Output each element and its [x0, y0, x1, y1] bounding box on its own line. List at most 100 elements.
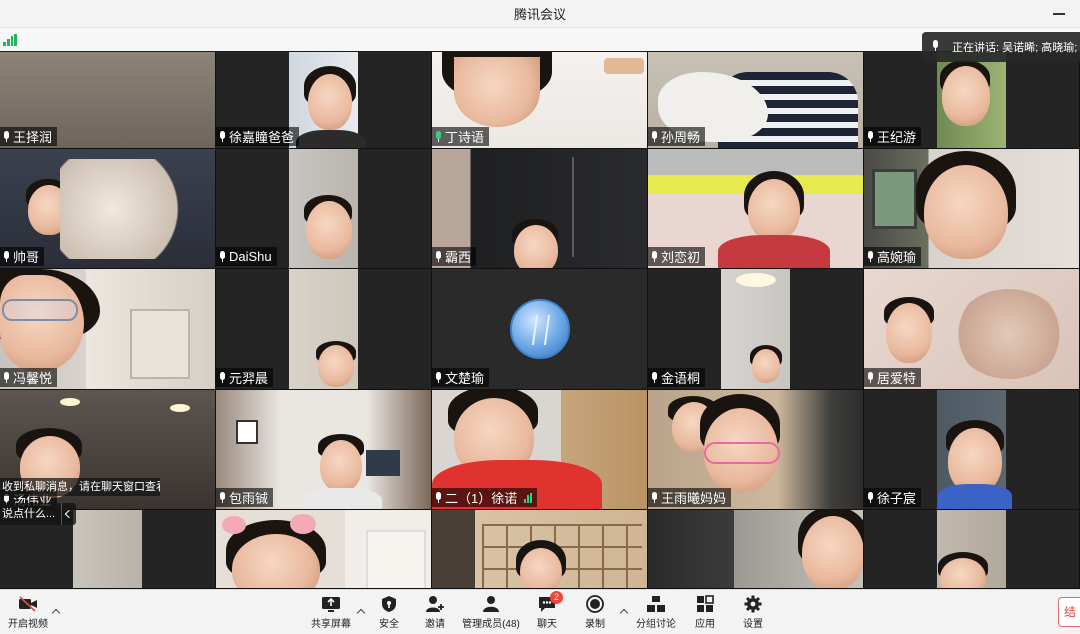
participant-name-tag: 孙周畅 [648, 127, 706, 146]
speaking-label: 正在讲话: 吴诺晞; 高晓瑜; [952, 42, 1078, 54]
video-tile[interactable]: 王纪游 [864, 52, 1080, 149]
video-tile[interactable]: 文楚瑜 [432, 269, 648, 390]
participant-name-tag: 包雨铖 [216, 488, 274, 507]
microphone-icon [651, 131, 658, 142]
video-tile[interactable]: 刘恋初 [648, 149, 864, 269]
microphone-icon [651, 492, 658, 503]
video-tile[interactable]: 徐嘉瞳爸爸 [216, 52, 432, 149]
video-tile[interactable]: 居爱特 [864, 269, 1080, 390]
microphone-icon [435, 372, 442, 383]
video-tile[interactable]: 包雨铖 [216, 390, 432, 510]
participant-name-tag: 高婉瑜 [864, 247, 922, 266]
meeting-toolbar: 开启视频 共享屏幕 安全 邀请 管理成员(48) 2 聊天 录制 分组讨论 应用… [0, 589, 1080, 634]
microphone-icon [867, 372, 874, 383]
chat-input-preview[interactable]: 说点什么... [0, 503, 76, 525]
members-icon [481, 595, 501, 613]
microphone-icon [651, 251, 658, 262]
video-tile[interactable]: 丁诗语 [432, 52, 648, 149]
microphone-icon [3, 372, 10, 383]
share-screen-icon [321, 595, 341, 613]
video-tile[interactable]: 高婉瑜 [864, 149, 1080, 269]
participant-name-tag: 居爱特 [864, 368, 922, 387]
video-tile[interactable]: 金语桐 [648, 269, 864, 390]
microphone-icon [867, 251, 874, 262]
microphone-icon [435, 492, 442, 503]
participant-name-tag: 王纪游 [864, 127, 922, 146]
microphone-icon [3, 131, 10, 142]
add-user-icon [425, 595, 445, 613]
speaking-indicator: 正在讲话: 吴诺晞; 高晓瑜; [922, 32, 1080, 62]
microphone-icon [435, 131, 442, 142]
breakout-rooms-button[interactable]: 分组讨论 [634, 590, 678, 634]
video-tile[interactable]: 王择润 [0, 52, 216, 149]
record-button[interactable]: 录制 [580, 590, 610, 634]
video-tile[interactable]: 孙周畅 [648, 52, 864, 149]
breakout-icon [646, 595, 666, 613]
video-tile[interactable]: 冯馨悦 [0, 269, 216, 390]
participant-name-tag: 刘恋初 [648, 247, 706, 266]
video-tile[interactable]: 王雨曦妈妈 [648, 390, 864, 510]
participant-name-tag: 文楚瑜 [432, 368, 490, 387]
record-icon [585, 595, 605, 613]
participant-name-tag: 王择润 [0, 127, 58, 146]
window-title: 腾讯会议 [513, 7, 566, 22]
participant-name-tag: 二（1）徐诺 [432, 488, 538, 507]
network-signal-icon[interactable] [3, 32, 17, 46]
shield-icon [379, 595, 399, 613]
participant-name-tag: 金语桐 [648, 368, 706, 387]
private-message-toast[interactable]: 收到私聊消息，请在聊天窗口查看 [0, 478, 160, 496]
video-off-icon [18, 595, 38, 613]
participant-name-tag: 元羿晨 [216, 368, 274, 387]
video-tile[interactable]: DaiShu [216, 149, 432, 269]
microphone-icon [435, 251, 442, 262]
video-tile[interactable]: 二（1）徐诺 [432, 390, 648, 510]
apps-grid-icon [695, 595, 715, 613]
record-options-chevron-icon[interactable] [619, 608, 629, 618]
chat-button[interactable]: 2 聊天 [532, 590, 563, 634]
gear-icon [743, 595, 763, 613]
video-tile[interactable] [864, 510, 1080, 589]
microphone-icon [651, 372, 658, 383]
minimize-icon[interactable] [1052, 7, 1066, 21]
share-screen-button[interactable]: 共享屏幕 [308, 590, 354, 634]
share-options-chevron-icon[interactable] [356, 608, 366, 618]
end-meeting-button[interactable]: 结 [1058, 597, 1080, 627]
video-tile[interactable]: 帅哥 [0, 149, 216, 269]
participant-name-tag: 徐嘉瞳爸爸 [216, 127, 300, 146]
start-video-button[interactable]: 开启视频 [6, 590, 50, 634]
security-button[interactable]: 安全 [372, 590, 406, 634]
video-tile[interactable] [648, 510, 864, 589]
participant-name-tag: 王雨曦妈妈 [648, 488, 732, 507]
unread-badge: 2 [550, 591, 563, 604]
microphone-icon [3, 251, 10, 262]
collapse-chevron-icon[interactable] [61, 503, 75, 525]
participant-name-tag: 徐子宸 [864, 488, 922, 507]
microphone-icon [219, 131, 226, 142]
microphone-icon [932, 40, 942, 54]
chat-bubble-icon: 2 [537, 591, 563, 613]
participant-name-tag: 帅哥 [0, 247, 45, 266]
participant-name-tag: 丁诗语 [432, 127, 490, 146]
title-bar: 腾讯会议 [0, 0, 1080, 28]
video-tile[interactable] [216, 510, 432, 589]
audio-level-icon [524, 492, 533, 503]
video-tile[interactable] [432, 510, 648, 589]
status-bar [0, 28, 1080, 51]
video-tile[interactable]: 霸西 [432, 149, 648, 269]
participant-name-tag: DaiShu [216, 247, 277, 266]
invite-button[interactable]: 邀请 [418, 590, 452, 634]
microphone-icon [219, 251, 226, 262]
participant-name-tag: 冯馨悦 [0, 368, 58, 387]
microphone-icon [867, 492, 874, 503]
apps-button[interactable]: 应用 [690, 590, 720, 634]
video-grid: 王择润 徐嘉瞳爸爸 丁诗语 孙周畅 王纪游 帅哥 DaiShu 霸西 刘恋初 高… [0, 52, 1080, 589]
meeting-window: 腾讯会议 正在讲话: 吴诺晞; 高晓瑜; 王择润 徐嘉瞳爸爸 丁诗语 孙周畅 王… [0, 0, 1080, 634]
participant-name-tag: 霸西 [432, 247, 477, 266]
manage-members-button[interactable]: 管理成员(48) [460, 590, 522, 634]
microphone-icon [219, 372, 226, 383]
settings-button[interactable]: 设置 [738, 590, 768, 634]
microphone-icon [219, 492, 226, 503]
video-tile[interactable]: 元羿晨 [216, 269, 432, 390]
video-options-chevron-icon[interactable] [51, 608, 61, 618]
video-tile[interactable]: 徐子宸 [864, 390, 1080, 510]
